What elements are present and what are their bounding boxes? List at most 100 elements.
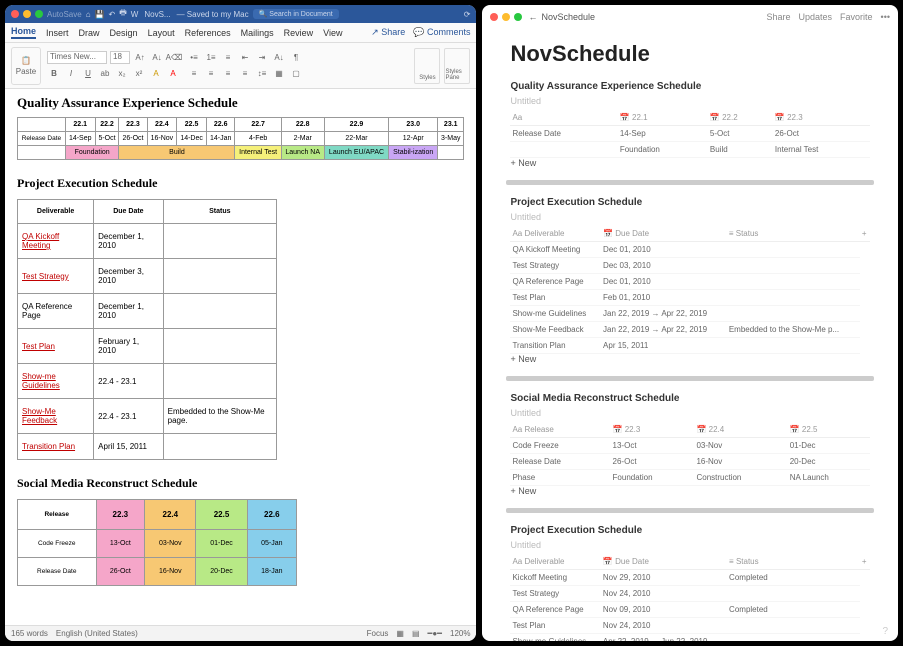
table-row: Test StrategyDec 03, 2010: [510, 258, 870, 274]
table-row: Code Freeze13-Oct03-Nov01-Dec: [510, 438, 870, 454]
styles-gallery[interactable]: Styles: [414, 48, 440, 84]
minimize-icon[interactable]: [23, 10, 31, 18]
maximize-icon[interactable]: [514, 13, 522, 21]
share-button[interactable]: Share: [766, 12, 790, 22]
show-marks-button[interactable]: ¶: [289, 51, 303, 64]
word-logo-icon: W: [131, 10, 139, 19]
font-size-select[interactable]: 18: [110, 51, 130, 64]
table-row: Test StrategyDecember 3, 2010: [18, 259, 277, 294]
window-controls: [11, 10, 43, 18]
notion-topbar: ← NovSchedule Share Updates Favorite •••: [482, 5, 898, 29]
tab-mailings[interactable]: Mailings: [241, 28, 274, 38]
new-row-button[interactable]: + New: [510, 486, 870, 496]
search-input[interactable]: 🔍 Search in Document: [253, 9, 339, 19]
font-name-select[interactable]: Times New...: [47, 51, 107, 64]
font-color-button[interactable]: A: [166, 67, 180, 80]
back-button[interactable]: ←: [528, 12, 537, 22]
breadcrumb[interactable]: NovSchedule: [541, 12, 595, 22]
table-row: QA Kickoff MeetingDec 01, 2010: [510, 242, 870, 258]
underline-button[interactable]: U: [81, 67, 95, 80]
table-row: Show-me GuidelinesApr 22, 2019 → Jun 22,…: [510, 634, 870, 642]
save-icon[interactable]: 💾: [95, 10, 105, 19]
table-row: Foundation Build Internal Test Launch NA…: [18, 146, 464, 160]
numbering-button[interactable]: 1≡: [204, 51, 218, 64]
align-left-button[interactable]: ≡: [187, 67, 201, 80]
new-row-button[interactable]: + New: [510, 354, 870, 364]
outdent-button[interactable]: ⇤: [238, 51, 252, 64]
updates-button[interactable]: Updates: [799, 12, 833, 22]
indent-button[interactable]: ⇥: [255, 51, 269, 64]
table-row: QA Reference PageDec 01, 2010: [510, 274, 870, 290]
align-right-button[interactable]: ≡: [221, 67, 235, 80]
multilevel-button[interactable]: ≡: [221, 51, 235, 64]
language-status[interactable]: English (United States): [56, 629, 138, 638]
align-center-button[interactable]: ≡: [204, 67, 218, 80]
help-button[interactable]: ?: [882, 626, 888, 637]
autosave-label: AutoSave: [47, 10, 82, 19]
minimize-icon[interactable]: [502, 13, 510, 21]
sort-button[interactable]: A↓: [272, 51, 286, 64]
notion-window: ← NovSchedule Share Updates Favorite •••…: [482, 5, 898, 641]
superscript-button[interactable]: x²: [132, 67, 146, 80]
bold-button[interactable]: B: [47, 67, 61, 80]
tab-insert[interactable]: Insert: [46, 28, 69, 38]
ribbon: 📋 Paste Times New... 18 A↑ A↓ A⌫ B I U a…: [5, 43, 476, 89]
clear-format-button[interactable]: A⌫: [167, 51, 181, 64]
table-row: Kickoff MeetingNov 29, 2010Completed: [510, 570, 870, 586]
tab-references[interactable]: References: [185, 28, 231, 38]
strike-button[interactable]: ab: [98, 67, 112, 80]
undo-icon[interactable]: ↶: [109, 10, 116, 19]
filename[interactable]: NovS...: [144, 10, 170, 19]
page-title[interactable]: NovSchedule: [510, 41, 870, 67]
word-count[interactable]: 165 words: [11, 629, 48, 638]
focus-button[interactable]: Focus: [367, 629, 389, 638]
justify-button[interactable]: ≡: [238, 67, 252, 80]
notion-section: Project Execution Schedule Untitled Aa D…: [510, 197, 870, 364]
more-icon[interactable]: •••: [881, 12, 890, 22]
home-icon[interactable]: ⌂: [86, 10, 91, 19]
tab-draw[interactable]: Draw: [79, 28, 100, 38]
comments-button[interactable]: 💬 Comments: [413, 27, 470, 38]
share-button[interactable]: ↗ Share: [371, 27, 405, 38]
print-icon[interactable]: 🖶: [119, 7, 127, 21]
new-row-button[interactable]: + New: [510, 158, 870, 168]
borders-button[interactable]: ▢: [289, 67, 303, 80]
view-print-icon[interactable]: ▦: [396, 629, 404, 638]
view-web-icon[interactable]: ▤: [412, 629, 420, 638]
line-spacing-button[interactable]: ↕≡: [255, 67, 269, 80]
close-icon[interactable]: [490, 13, 498, 21]
subscript-button[interactable]: x₂: [115, 67, 129, 80]
table-row: Test PlanNov 24, 2010: [510, 618, 870, 634]
paste-button[interactable]: 📋 Paste: [11, 47, 41, 85]
tab-design[interactable]: Design: [110, 28, 138, 38]
bullets-button[interactable]: •≡: [187, 51, 201, 64]
favorite-button[interactable]: Favorite: [840, 12, 873, 22]
sync-icon[interactable]: ⟳: [464, 10, 471, 19]
social-table: Release22.322.422.522.6 Code Freeze13-Oc…: [17, 499, 297, 586]
table-row: Release Date26-Oct16-Nov20-Dec18-Jan: [18, 558, 297, 586]
proj-heading: Project Execution Schedule: [17, 176, 464, 191]
tab-review[interactable]: Review: [284, 28, 314, 38]
save-status: — Saved to my Mac: [177, 10, 249, 19]
table-row: 22.122.222.322.422.522.622.722.822.923.0…: [18, 118, 464, 132]
zoom-level[interactable]: 120%: [450, 629, 470, 638]
styles-pane-button[interactable]: Styles Pane: [444, 48, 470, 84]
notion-section: Social Media Reconstruct Schedule Untitl…: [510, 393, 870, 496]
italic-button[interactable]: I: [64, 67, 78, 80]
tab-view[interactable]: View: [323, 28, 342, 38]
grow-font-button[interactable]: A↑: [133, 51, 147, 64]
document-area[interactable]: Quality Assurance Experience Schedule 22…: [5, 89, 476, 625]
close-icon[interactable]: [11, 10, 19, 18]
table-row: Show-me Guidelines22.4 - 23.1: [18, 364, 277, 399]
status-bar: 165 words English (United States) Focus …: [5, 625, 476, 641]
divider: [506, 180, 874, 185]
zoom-slider[interactable]: ━●━: [428, 629, 442, 638]
highlight-button[interactable]: A: [149, 67, 163, 80]
tab-layout[interactable]: Layout: [148, 28, 175, 38]
shrink-font-button[interactable]: A↓: [150, 51, 164, 64]
tab-home[interactable]: Home: [11, 26, 36, 39]
notion-content[interactable]: NovSchedule Quality Assurance Experience…: [482, 29, 898, 641]
maximize-icon[interactable]: [35, 10, 43, 18]
table-row: QA Reference PageNov 09, 2010Completed: [510, 602, 870, 618]
shading-button[interactable]: ▦: [272, 67, 286, 80]
